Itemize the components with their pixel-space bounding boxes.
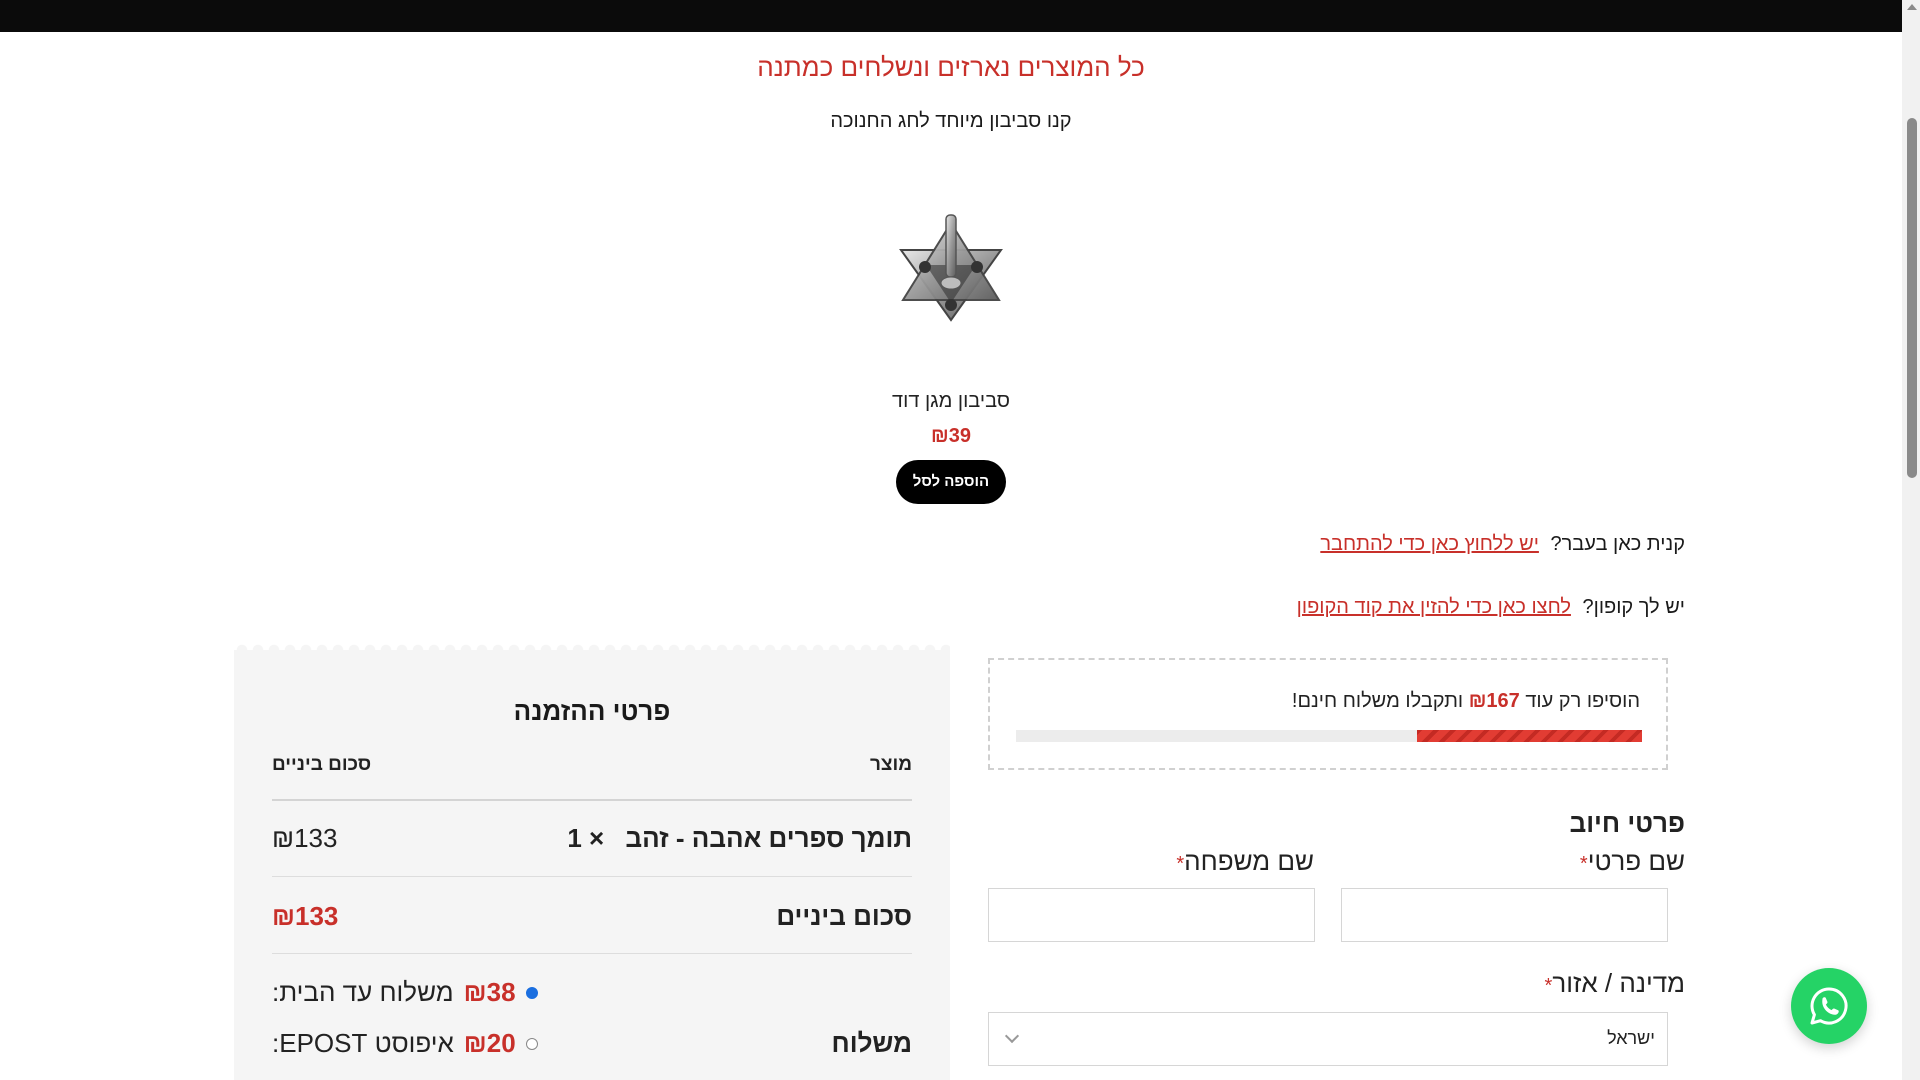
shipping-home-amount: ₪38	[463, 977, 516, 1007]
free-shipping-amount: ₪167	[1468, 690, 1520, 712]
country-select-value: ישראל	[1607, 1028, 1655, 1048]
whatsapp-chat-button[interactable]	[1791, 968, 1867, 1044]
free-shipping-message: הוסיפו רק עוד ₪167 ותקבלו משלוח חינם!	[1292, 690, 1640, 713]
panel-zigzag-edge	[234, 642, 950, 650]
returning-customer-notice: קנית כאן בעבר? יש ללחוץ כאן כדי להתחבר	[1320, 533, 1685, 556]
shipping-radio-home[interactable]	[525, 986, 538, 999]
order-summary-panel: פרטי ההזמנה מוצר סכום ביניים תומך ספרים …	[234, 642, 950, 1080]
enter-coupon-link[interactable]: לחצו כאן כדי להזין את קוד הקופון	[1297, 596, 1571, 618]
coupon-text: יש לך קופון?	[1582, 596, 1686, 618]
required-marker: *	[1176, 853, 1185, 875]
country-select[interactable]: ישראל	[988, 1012, 1668, 1066]
top-bar	[0, 0, 1902, 32]
scroll-up-arrow-icon[interactable]	[1907, 4, 1917, 10]
order-item-quantity: × 1	[567, 823, 605, 853]
upsell-product-price: ₪39	[931, 425, 971, 447]
upsell-product-name[interactable]: סביבון מגן דוד	[851, 390, 1051, 413]
country-label: מדינה / אזור*	[1539, 968, 1685, 999]
order-item-row: תומך ספרים אהבה - זהב × 1	[567, 823, 912, 854]
returning-customer-text: קנית כאן בעבר?	[1550, 533, 1685, 555]
order-item-name: תומך ספרים אהבה - זהב	[625, 823, 912, 853]
order-item-total: ₪133	[272, 823, 338, 853]
subtotal-value: ₪133	[272, 901, 339, 931]
upsell-product-card: סביבון מגן דוד ₪39 הוספה לסל	[851, 205, 1051, 504]
country-label-text: מדינה / אזור	[1552, 968, 1685, 998]
free-shipping-progress-bar	[1016, 730, 1642, 742]
shipping-home-label: משלוח עד הבית:	[272, 977, 454, 1007]
dreidel-product-image[interactable]	[881, 205, 1021, 335]
add-to-cart-button[interactable]: הוספה לסל	[896, 460, 1006, 504]
promo-title: כל המוצרים נארזים ונשלחים כמתנה	[757, 52, 1145, 82]
shipping-epost-label: איפוסט EPOST:	[272, 1028, 454, 1058]
first-name-field[interactable]	[1341, 888, 1668, 942]
required-marker: *	[1579, 853, 1588, 875]
shipping-label: משלוח	[831, 1028, 912, 1058]
column-header-product: מוצר	[869, 754, 912, 775]
column-header-subtotal: סכום ביניים	[272, 754, 372, 775]
divider	[272, 799, 912, 801]
coupon-notice: יש לך קופון? לחצו כאן כדי להזין את קוד ה…	[1297, 596, 1685, 619]
free-shipping-text-after: ותקבלו משלוח חינם!	[1291, 690, 1464, 712]
last-name-label: שם משפחה*	[1170, 846, 1314, 877]
page-scrollbar[interactable]	[1902, 0, 1920, 1080]
divider	[272, 953, 912, 954]
divider	[272, 876, 912, 877]
free-shipping-text-before: הוסיפו רק עוד	[1525, 690, 1640, 712]
first-name-label-text: שם פרטי	[1587, 846, 1685, 876]
billing-title: פרטי חיוב	[1569, 808, 1685, 838]
free-shipping-progress-fill	[1416, 730, 1642, 742]
order-summary-title: פרטי ההזמנה	[513, 696, 671, 726]
promo-subtitle: קנו סביבון מיוחד לחג החנוכה	[830, 110, 1072, 132]
subtotal-label: סכום ביניים	[776, 901, 912, 931]
shipping-epost-amount: ₪20	[463, 1028, 516, 1058]
login-link[interactable]: יש ללחוץ כאן כדי להתחבר	[1320, 533, 1539, 555]
scrollbar-thumb[interactable]	[1907, 118, 1917, 478]
chevron-down-icon	[1004, 1028, 1020, 1044]
shipping-option-epost[interactable]: ₪20 איפוסט EPOST:	[272, 1028, 538, 1059]
whatsapp-icon	[1810, 987, 1848, 1025]
first-name-label: שם פרטי*	[1574, 846, 1685, 877]
last-name-field[interactable]	[988, 888, 1315, 942]
last-name-label-text: שם משפחה	[1184, 846, 1314, 876]
free-shipping-box: הוסיפו רק עוד ₪167 ותקבלו משלוח חינם!	[988, 658, 1668, 770]
shipping-option-home[interactable]: ₪38 משלוח עד הבית:	[272, 977, 538, 1008]
shipping-radio-epost[interactable]	[525, 1037, 538, 1050]
